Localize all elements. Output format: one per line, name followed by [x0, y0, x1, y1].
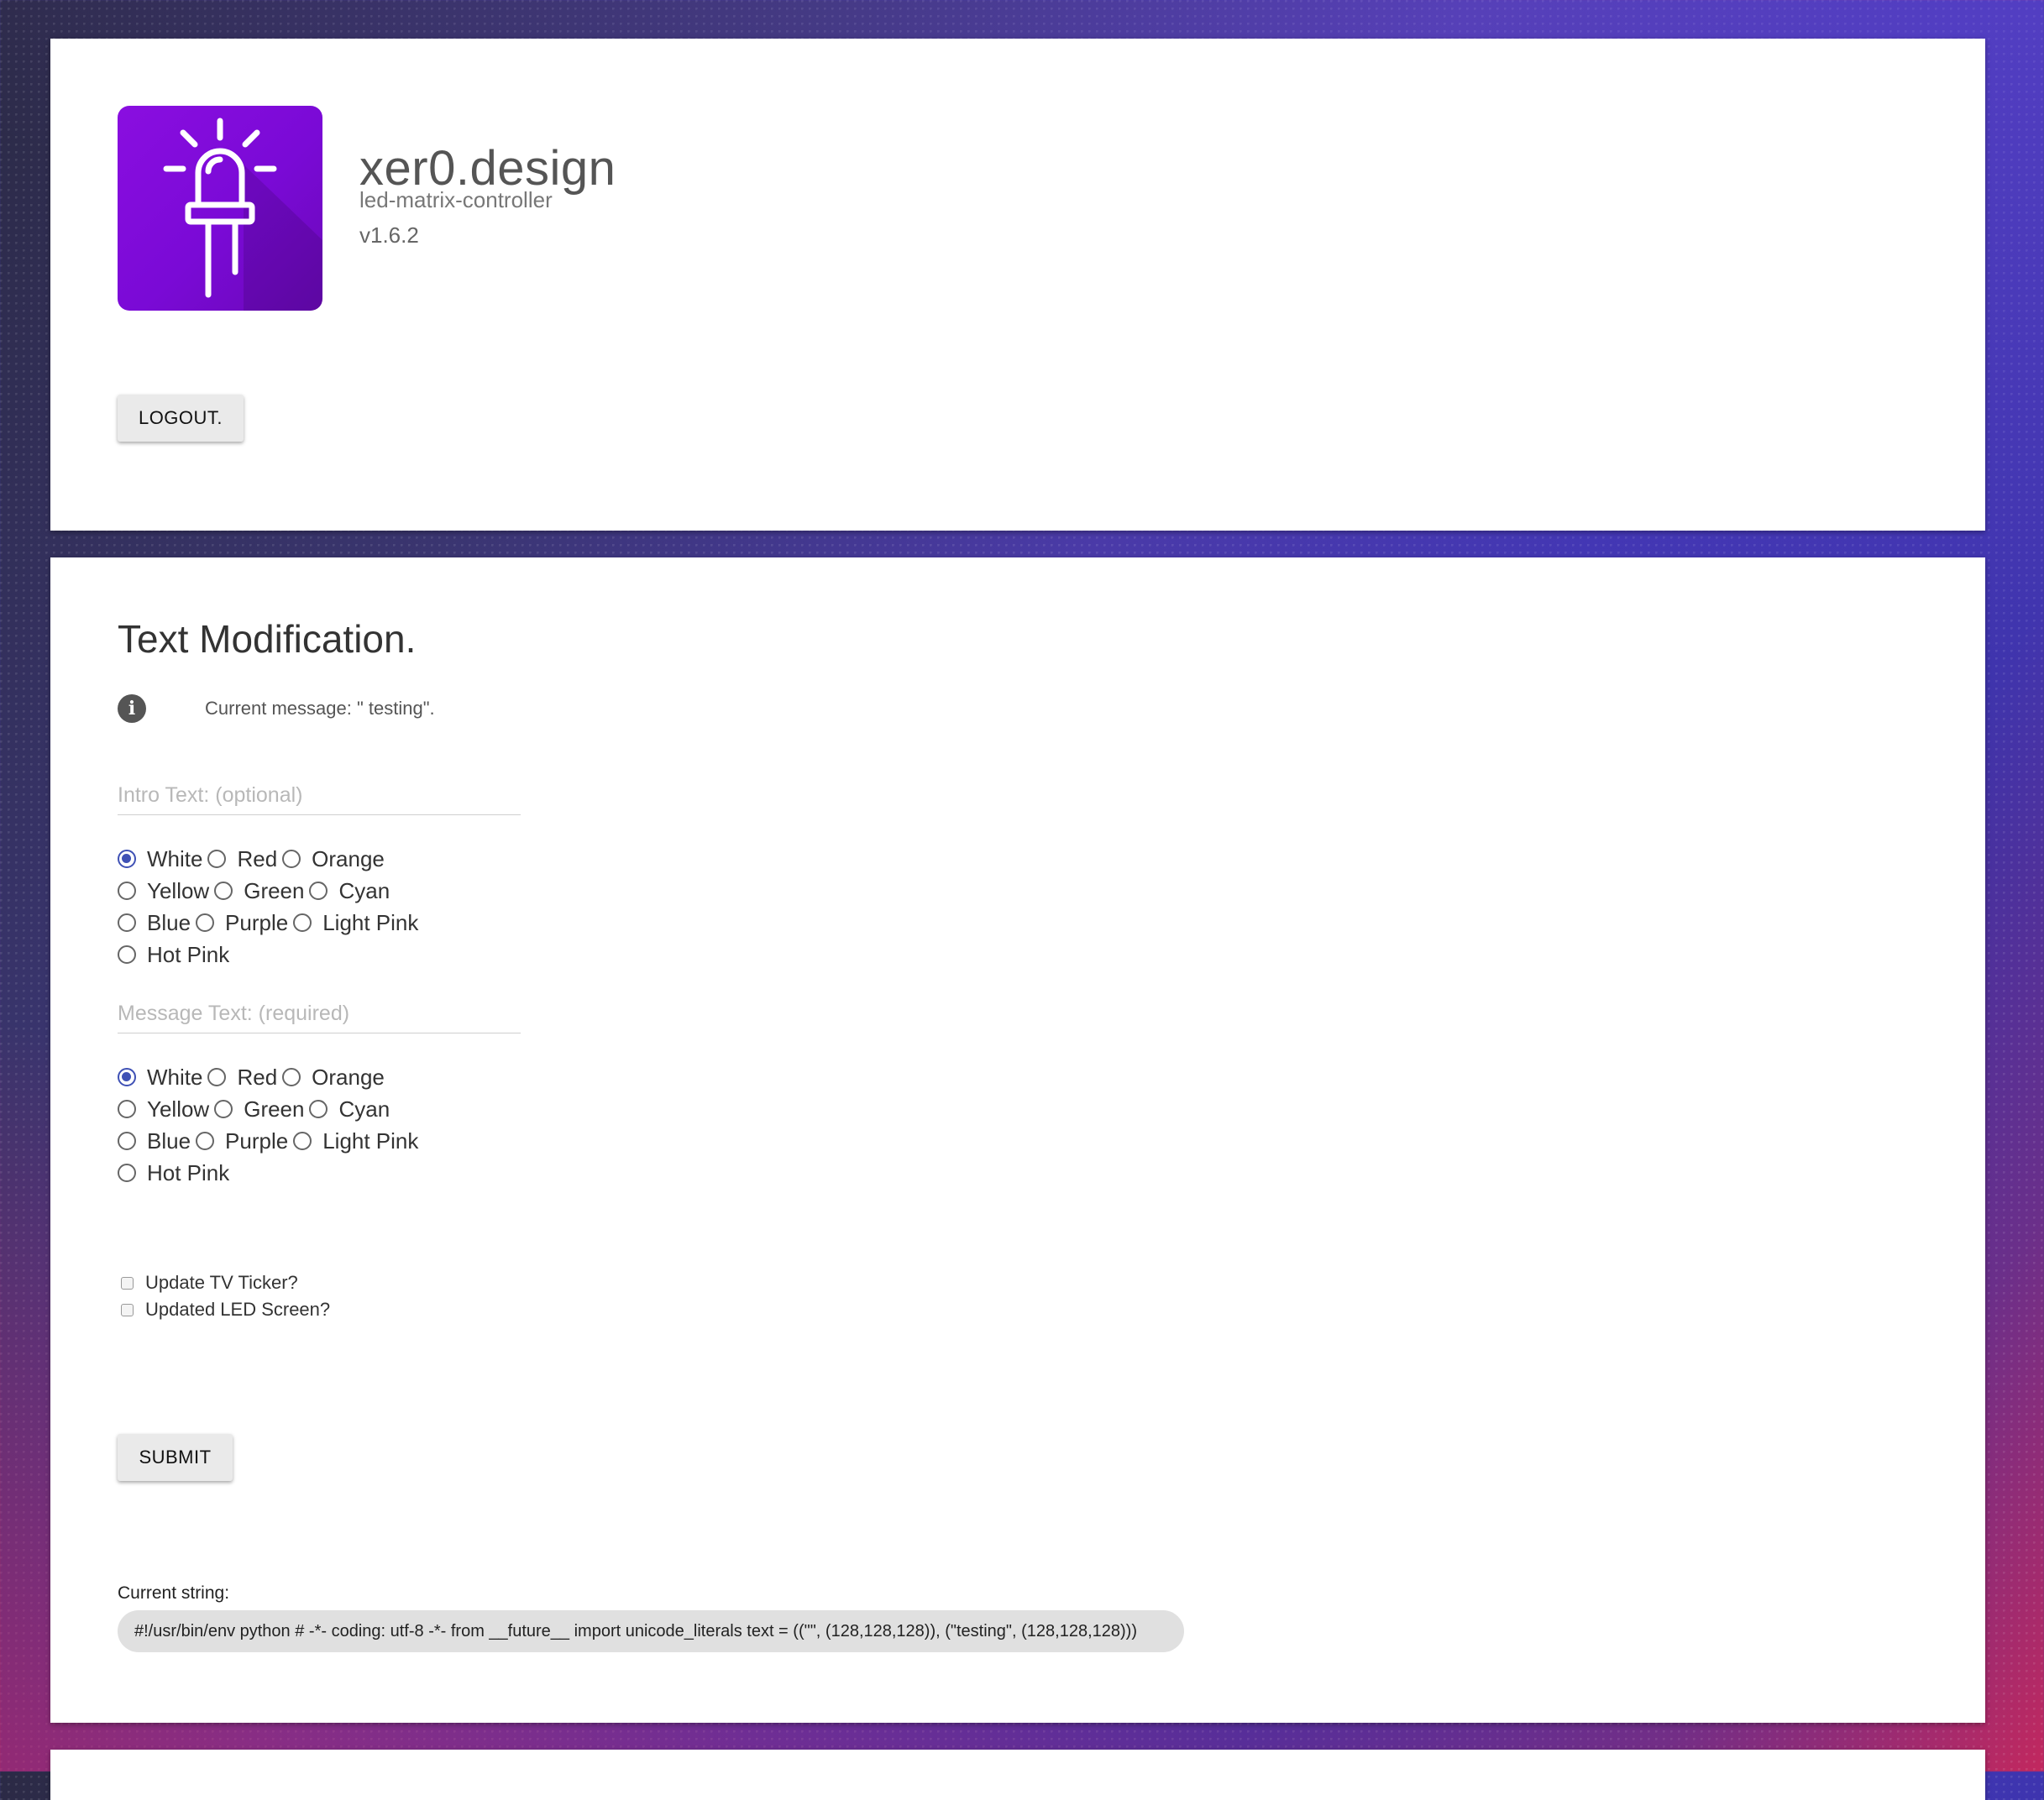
message-color-row: Blue Purple Light Pink: [118, 1125, 423, 1157]
message-color-option-light-pink[interactable]: Light Pink: [293, 1128, 423, 1154]
message-color-option-blue[interactable]: Blue: [118, 1128, 196, 1154]
led-screen-checkbox[interactable]: [121, 1303, 134, 1316]
radio-label: Light Pink: [322, 909, 419, 935]
radio-button[interactable]: [214, 882, 233, 900]
intro-color-option-green[interactable]: Green: [214, 878, 309, 904]
current-string-label: Current string:: [118, 1583, 230, 1603]
message-color-option-cyan[interactable]: Cyan: [309, 1096, 395, 1122]
section-title: Text Modification.: [118, 617, 417, 661]
intro-color-option-light-pink[interactable]: Light Pink: [293, 910, 423, 936]
radio-label: Yellow: [147, 877, 210, 903]
radio-label: Orange: [312, 845, 385, 871]
led-bulb-icon: [163, 118, 322, 311]
radio-label: Blue: [147, 909, 191, 935]
radio-label: Orange: [312, 1064, 385, 1090]
radio-label: Purple: [225, 1128, 289, 1154]
tv-ticker-label: Update TV Ticker?: [145, 1272, 298, 1293]
intro-color-row: White Red Orange: [118, 843, 423, 875]
tv-ticker-checkbox[interactable]: [121, 1276, 134, 1290]
radio-button[interactable]: [118, 882, 136, 900]
intro-color-option-blue[interactable]: Blue: [118, 910, 196, 936]
app-version: v1.6.2: [359, 222, 419, 248]
radio-label: Red: [237, 1064, 278, 1090]
intro-color-option-red[interactable]: Red: [207, 846, 282, 872]
intro-color-option-cyan[interactable]: Cyan: [309, 878, 395, 904]
radio-button[interactable]: [118, 1100, 136, 1118]
radio-label: Cyan: [338, 1096, 390, 1122]
message-color-option-yellow[interactable]: Yellow: [118, 1096, 214, 1122]
radio-button[interactable]: [118, 945, 136, 964]
intro-color-option-orange[interactable]: Orange: [282, 846, 390, 872]
radio-label: Light Pink: [322, 1128, 419, 1154]
checkbox-group: Update TV Ticker? Updated LED Screen?: [121, 1269, 330, 1323]
intro-color-row: Blue Purple Light Pink: [118, 907, 423, 939]
radio-label: Hot Pink: [147, 1159, 230, 1185]
radio-label: Yellow: [147, 1096, 210, 1122]
radio-button[interactable]: [207, 850, 227, 868]
radio-button[interactable]: [118, 1132, 136, 1150]
logout-button[interactable]: LOGOUT.: [118, 395, 244, 442]
message-color-option-green[interactable]: Green: [214, 1096, 309, 1122]
led-screen-label: Updated LED Screen?: [145, 1299, 331, 1320]
intro-text-input[interactable]: [118, 776, 521, 815]
intro-color-row: Yellow Green Cyan: [118, 875, 423, 907]
radio-button[interactable]: [207, 1068, 227, 1086]
radio-button[interactable]: [309, 882, 328, 900]
radio-button[interactable]: [282, 1068, 301, 1086]
radio-button[interactable]: [293, 1132, 312, 1150]
message-text-input[interactable]: [118, 994, 521, 1033]
radio-label: Red: [237, 845, 278, 871]
led-screen-checkbox-row[interactable]: Updated LED Screen?: [121, 1296, 330, 1323]
brand-block: xer0.design led-matrix-controller v1.6.2: [359, 141, 616, 249]
message-color-row: White Red Orange: [118, 1061, 423, 1093]
radio-label: Blue: [147, 1128, 191, 1154]
radio-label: Purple: [225, 909, 289, 935]
app-logo: [118, 106, 322, 311]
message-color-option-purple[interactable]: Purple: [196, 1128, 293, 1154]
message-color-option-white[interactable]: White: [118, 1065, 207, 1091]
radio-label: Green: [244, 877, 305, 903]
current-message-row: i Current message: " testing".: [118, 692, 435, 725]
intro-color-radio-group: White Red Orange Yellow Green Cyan Blue Purple L…: [118, 843, 423, 971]
text-modification-card: Text Modification. i Current message: " …: [50, 557, 1985, 1723]
message-color-option-orange[interactable]: Orange: [282, 1065, 390, 1091]
intro-color-option-purple[interactable]: Purple: [196, 910, 293, 936]
radio-label: White: [147, 1064, 203, 1090]
intro-color-row: Hot Pink: [118, 939, 423, 971]
radio-button[interactable]: [282, 850, 301, 868]
app-title: xer0.design: [359, 141, 616, 196]
radio-label: White: [147, 845, 203, 871]
radio-label: Hot Pink: [147, 941, 230, 967]
next-card: [50, 1750, 1985, 1800]
radio-button[interactable]: [118, 1068, 136, 1086]
message-color-option-hot-pink[interactable]: Hot Pink: [118, 1160, 234, 1186]
radio-label: Green: [244, 1096, 305, 1122]
info-icon: i: [118, 694, 146, 723]
intro-color-option-white[interactable]: White: [118, 846, 207, 872]
radio-button[interactable]: [196, 1132, 215, 1150]
radio-button[interactable]: [196, 913, 215, 932]
message-color-row: Hot Pink: [118, 1157, 423, 1189]
radio-button[interactable]: [118, 913, 136, 932]
radio-label: Cyan: [338, 877, 390, 903]
current-message-text: Current message: " testing".: [205, 698, 435, 719]
radio-button[interactable]: [293, 913, 312, 932]
intro-color-option-yellow[interactable]: Yellow: [118, 878, 214, 904]
radio-button[interactable]: [214, 1100, 233, 1118]
message-color-option-red[interactable]: Red: [207, 1065, 282, 1091]
radio-button[interactable]: [309, 1100, 328, 1118]
header-card: xer0.design led-matrix-controller v1.6.2…: [50, 39, 1985, 531]
message-color-row: Yellow Green Cyan: [118, 1093, 423, 1125]
current-string-value: #!/usr/bin/env python # -*- coding: utf-…: [118, 1610, 1184, 1652]
radio-button[interactable]: [118, 850, 136, 868]
submit-button[interactable]: SUBMIT: [118, 1434, 233, 1481]
tv-ticker-checkbox-row[interactable]: Update TV Ticker?: [121, 1269, 330, 1296]
radio-button[interactable]: [118, 1164, 136, 1182]
message-color-radio-group: White Red Orange Yellow Green Cyan Blue Purple L…: [118, 1061, 423, 1189]
intro-color-option-hot-pink[interactable]: Hot Pink: [118, 942, 234, 968]
